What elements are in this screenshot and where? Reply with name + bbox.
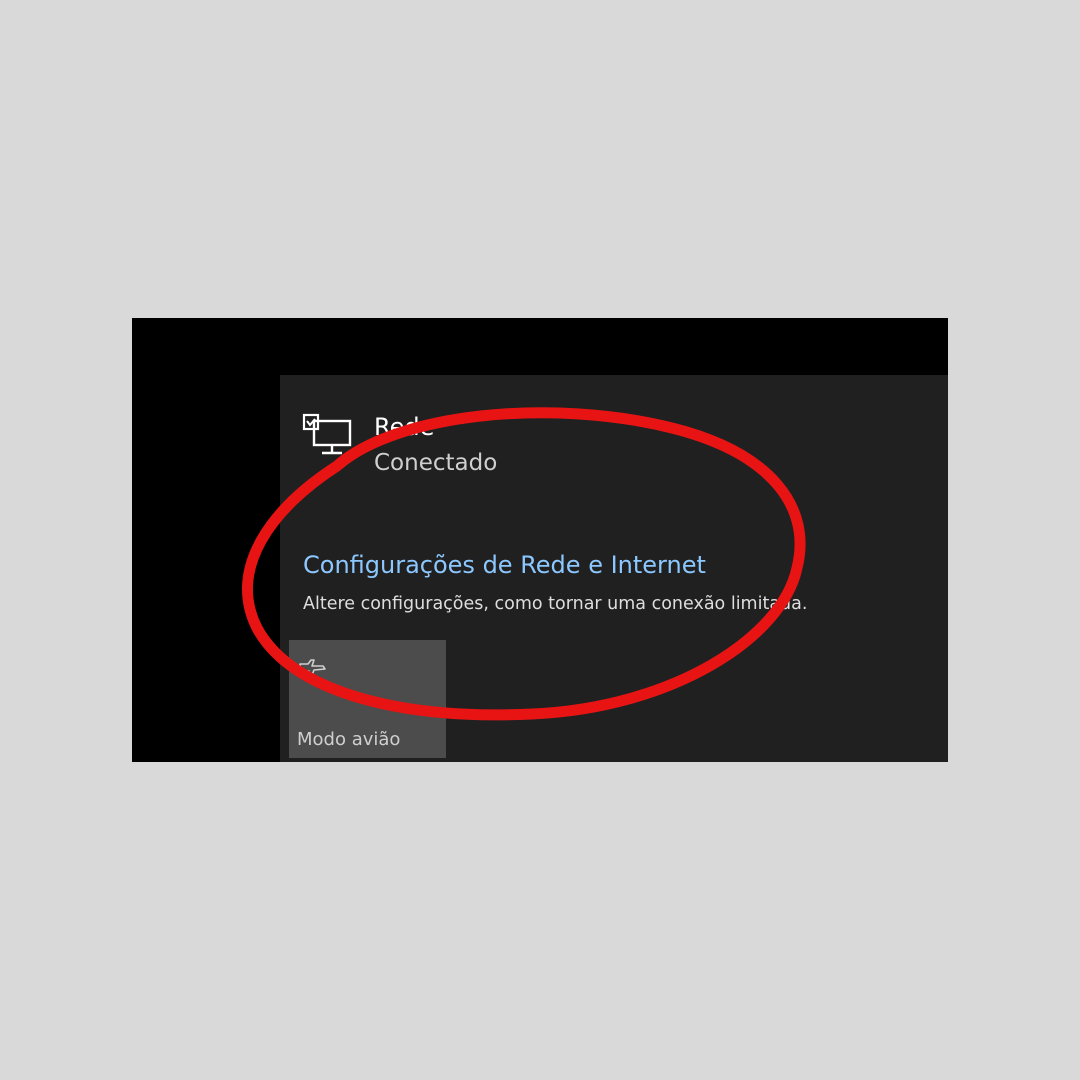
airplane-icon — [298, 659, 326, 681]
airplane-mode-label: Modo avião — [297, 729, 401, 750]
network-name: Rede — [374, 413, 435, 441]
network-internet-settings-link[interactable]: Configurações de Rede e Internet — [303, 550, 706, 580]
network-status: Conectado — [374, 450, 498, 476]
network-flyout: Rede Conectado Configurações de Rede e I… — [280, 375, 948, 762]
airplane-mode-tile[interactable]: Modo avião — [289, 640, 446, 758]
settings-description: Altere configurações, como tornar uma co… — [303, 594, 808, 614]
network-connection-item[interactable]: Rede Conectado — [302, 413, 702, 483]
wired-network-icon — [302, 413, 352, 455]
screenshot-frame: Rede Conectado Configurações de Rede e I… — [132, 318, 948, 762]
